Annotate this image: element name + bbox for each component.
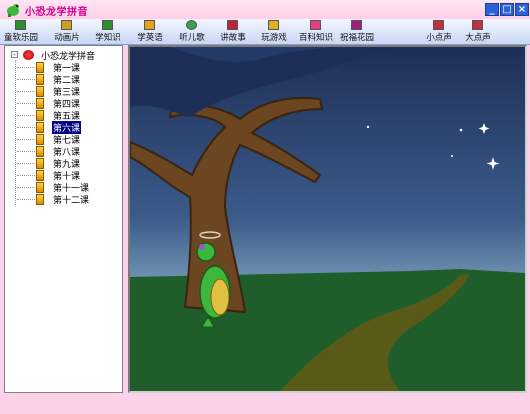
- toolbar-button-knowledge[interactable]: 学知识: [93, 19, 123, 44]
- music-icon: [186, 20, 197, 30]
- tree-connector: [17, 139, 35, 140]
- collapse-toggle[interactable]: -: [11, 51, 18, 59]
- home-icon: [15, 20, 26, 30]
- window-title: 小恐龙学拼音: [25, 7, 88, 18]
- volume-up-icon: [472, 20, 483, 30]
- garden-icon: [351, 20, 362, 30]
- tree-connector: [17, 79, 35, 80]
- main-toolbar: 童软乐园 动画片 学知识 学英语 听儿歌 讲故事 玩游戏 百科知识 祝福花园 小…: [0, 19, 530, 45]
- status-area: [0, 396, 530, 414]
- toolbar-button-volume-down[interactable]: 小点声: [424, 19, 454, 44]
- toolbar-label: 玩游戏: [261, 33, 287, 43]
- story-scene: [130, 47, 525, 391]
- close-button[interactable]: ×: [515, 3, 529, 16]
- volume-down-icon: [433, 20, 444, 30]
- tree-connector: [17, 175, 35, 176]
- dinosaur-app-icon: [7, 4, 19, 17]
- toolbar-label: 百科知识: [298, 33, 333, 43]
- dinosaur-root-icon: [23, 50, 34, 60]
- lesson-book-icon: [36, 170, 44, 181]
- toolbar-button-games[interactable]: 玩游戏: [259, 19, 289, 44]
- lesson-book-icon: [36, 110, 44, 121]
- toolbar-label: 学知识: [95, 33, 121, 43]
- tree-connector: [17, 127, 35, 128]
- toolbar-label: 祝福花园: [339, 33, 374, 43]
- tree-connector: [17, 187, 35, 188]
- english-icon: [144, 20, 155, 30]
- book-icon: [102, 20, 113, 30]
- toolbar-label: 大点声: [465, 33, 491, 43]
- title-bar[interactable]: 小恐龙学拼音 _ □ ×: [0, 0, 530, 19]
- lesson-book-icon: [36, 62, 44, 73]
- toolbar-button-stories[interactable]: 讲故事: [218, 19, 248, 44]
- toolbar-button-volume-up[interactable]: 大点声: [463, 19, 493, 44]
- toolbar-label: 童软乐园: [4, 33, 39, 43]
- toolbar-button-home[interactable]: 童软乐园: [4, 19, 38, 44]
- lesson-book-icon: [36, 182, 44, 193]
- tree-guide-line: [15, 60, 28, 205]
- lesson-label: 第十二课: [53, 196, 90, 206]
- tree-connector: [17, 67, 35, 68]
- lesson-book-icon: [36, 98, 44, 109]
- encyclopedia-icon: [310, 20, 321, 30]
- toolbar-button-garden[interactable]: 祝福花园: [338, 19, 376, 44]
- tree-connector: [17, 163, 35, 164]
- maximize-button[interactable]: □: [500, 3, 514, 16]
- toolbar-label: 讲故事: [220, 33, 246, 43]
- minimize-button[interactable]: _: [485, 3, 499, 16]
- tree-connector: [17, 151, 35, 152]
- toolbar-button-english[interactable]: 学英语: [135, 19, 165, 44]
- toolbar-label: 动画片: [54, 33, 80, 43]
- film-icon: [61, 20, 72, 30]
- lesson-book-icon: [36, 122, 44, 133]
- toolbar-button-encyclopedia[interactable]: 百科知识: [297, 19, 335, 44]
- lesson-book-icon: [36, 194, 44, 205]
- animation-stage[interactable]: [128, 45, 527, 393]
- game-icon: [268, 20, 279, 30]
- toolbar-label: 小点声: [426, 33, 452, 43]
- tree-connector: [17, 103, 35, 104]
- lesson-book-icon: [36, 134, 44, 145]
- tree-connector: [17, 91, 35, 92]
- toolbar-label: 学英语: [137, 33, 163, 43]
- toolbar-label: 听儿歌: [179, 33, 205, 43]
- story-icon: [227, 20, 238, 30]
- tree-connector: [17, 199, 35, 200]
- toolbar-button-songs[interactable]: 听儿歌: [177, 19, 207, 44]
- lesson-book-icon: [36, 146, 44, 157]
- lesson-book-icon: [36, 86, 44, 97]
- lesson-tree[interactable]: - 小恐龙学拼音 第一课 第二课 第三课 第四课 第五课 第六课 第七课 第八课…: [4, 45, 123, 393]
- lesson-book-icon: [36, 158, 44, 169]
- lesson-book-icon: [36, 74, 44, 85]
- app-window: 小恐龙学拼音 _ □ × 童软乐园 动画片 学知识 学英语 听儿歌 讲故事 玩游…: [0, 0, 530, 414]
- toolbar-button-cartoons[interactable]: 动画片: [52, 19, 82, 44]
- tree-connector: [17, 115, 35, 116]
